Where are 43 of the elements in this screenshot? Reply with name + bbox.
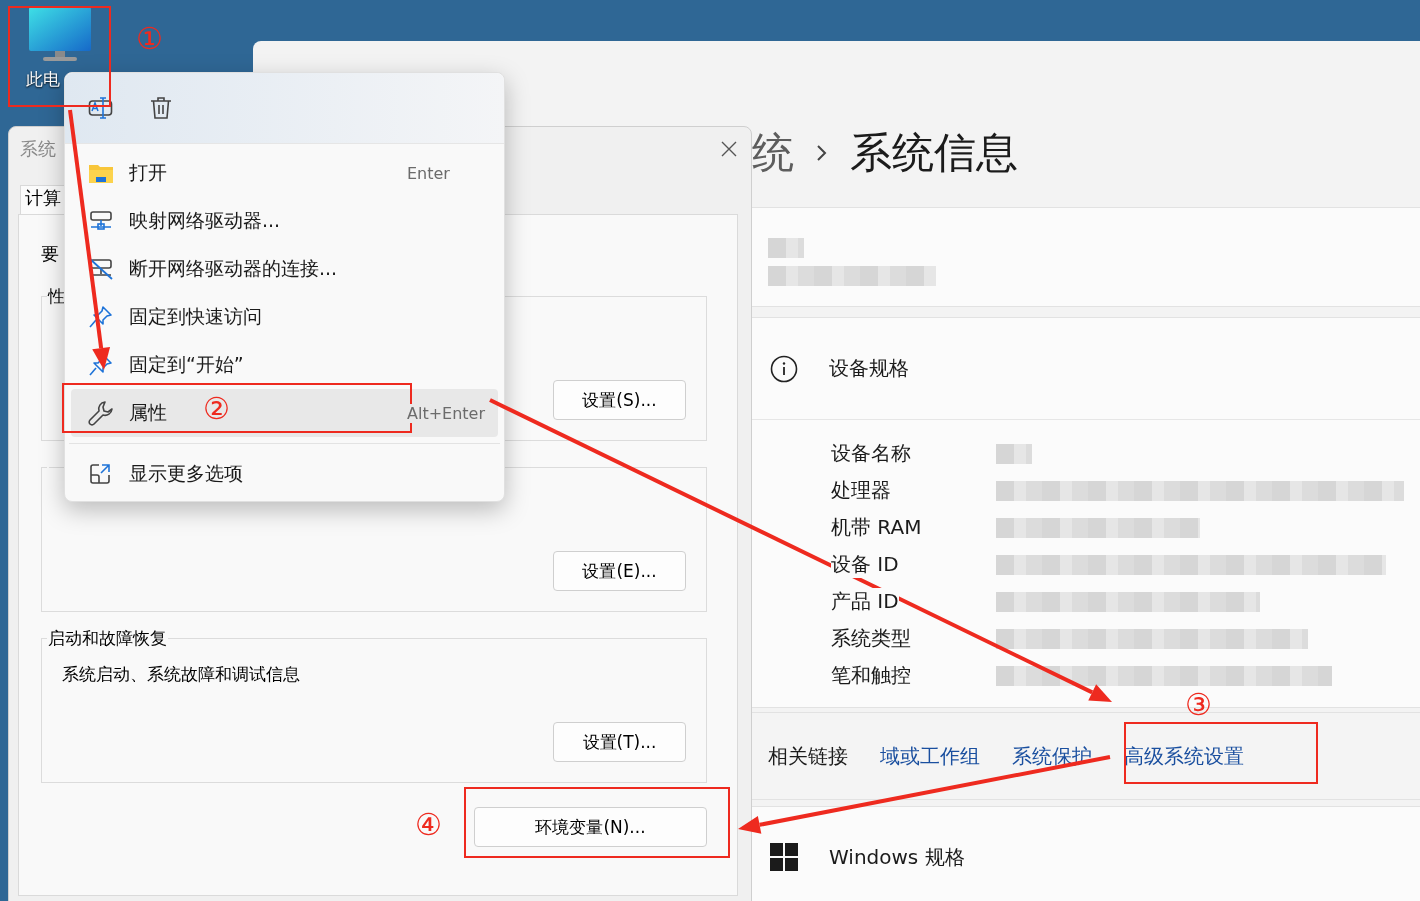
menu-item[interactable]: 固定到快速访问 [71,293,498,341]
menu-item[interactable]: 固定到“开始” [71,341,498,389]
settings-link[interactable]: 域或工作组 [880,742,980,770]
page-title: 系统信息 [850,127,1018,179]
section-title: 设备规格 [829,355,909,382]
menu-item[interactable]: 映射网络驱动器... [71,197,498,245]
wrench-icon [88,400,114,426]
settings-button[interactable]: 设置(T)... [553,722,686,762]
step-number: ② [203,392,230,426]
blurred-text [768,238,804,258]
environment-variables-button[interactable]: 环境变量(N)... [474,807,707,847]
menu-item[interactable]: 断开网络驱动器的连接... [71,245,498,293]
group-description: 系统启动、系统故障和调试信息 [62,663,301,686]
network-drive-icon [88,210,114,232]
menu-item[interactable]: 打开 Enter [71,149,498,197]
info-icon [770,354,798,383]
breadcrumb-parent[interactable]: 统 [752,125,794,181]
close-icon[interactable] [721,141,737,157]
settings-link[interactable]: 高级系统设置 [1124,742,1244,770]
folder-icon [88,162,114,184]
windows-logo-icon [770,843,798,871]
windows-spec-card[interactable]: Windows 规格 [752,806,1420,901]
rename-icon[interactable] [88,96,114,120]
desktop-icon-label: 此电 [26,68,60,91]
trash-icon[interactable] [150,96,172,120]
blurred-text [996,443,1032,464]
intro-text: 要 [41,243,60,265]
pin-icon [88,305,114,329]
monitor-icon[interactable] [27,6,93,64]
menu-item[interactable]: 显示更多选项 [71,450,498,498]
tab[interactable]: 计算 [20,185,66,214]
spec-label: 设备 ID [831,551,899,578]
section-title: Windows 规格 [829,843,965,871]
step-number: ④ [415,808,442,842]
open-external-icon [88,462,112,486]
chevron-right-icon [816,143,828,163]
related-links-label: 相关链接 [768,742,848,770]
settings-button[interactable]: 设置(E)... [553,551,686,591]
step-number: ③ [1185,688,1212,722]
settings-button[interactable]: 设置(S)... [553,380,686,420]
step-number: ① [136,22,163,56]
group-title: 启动和故障恢复 [47,627,168,649]
window-title: 系统 [20,137,56,161]
